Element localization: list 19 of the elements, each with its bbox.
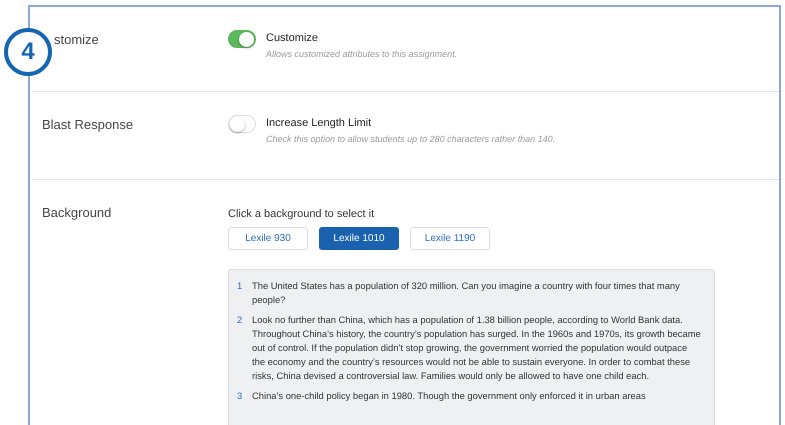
- instruction-text: Click a background to select it: [228, 208, 376, 220]
- lexile-button[interactable]: Lexile 930: [228, 227, 308, 250]
- toggle-label: Increase Length Limit: [266, 117, 372, 129]
- paragraph-number: 3: [237, 389, 244, 403]
- section-label: Blast Response: [41, 116, 134, 134]
- step-number-badge: 4: [4, 28, 52, 76]
- toggle-switch[interactable]: [228, 30, 256, 48]
- toggle-description: Allows customized attributes to this assignment.: [266, 49, 458, 59]
- paragraph-text: The United States has a population of 320 million. Can you imagine a country with four times that many people?: [252, 279, 681, 307]
- paragraph-number: 1: [237, 279, 244, 293]
- lexile-button[interactable]: Lexile 1190: [410, 227, 490, 250]
- paragraph-number: 2: [237, 313, 244, 327]
- paragraph-text: China’s one-child policy began in 1980. Though the government only enforced it in urban areas: [252, 389, 647, 403]
- paragraph-text: Look no further than China, which has a population of 1.38 billion people, according to World Bank data. Throughout China’s history, the country’s population has surged. In the 1960s and 1970s, its growth became out of control. If the population didn’t stop growing, the government worried the population would outpace the economy and the country’s resources would not be able to sustain everyone. In order to combat these risks, China devised a controversial law. Families would only be allowed to have one child each.: [252, 313, 702, 383]
- toggle-label: Customize: [266, 32, 319, 44]
- section-label: Background: [41, 204, 112, 222]
- section-label: stomize: [53, 31, 100, 49]
- toggle-description: Check this option to allow students up to 280 characters rather than 140.: [266, 134, 556, 144]
- lexile-button[interactable]: Lexile 1010: [319, 227, 399, 250]
